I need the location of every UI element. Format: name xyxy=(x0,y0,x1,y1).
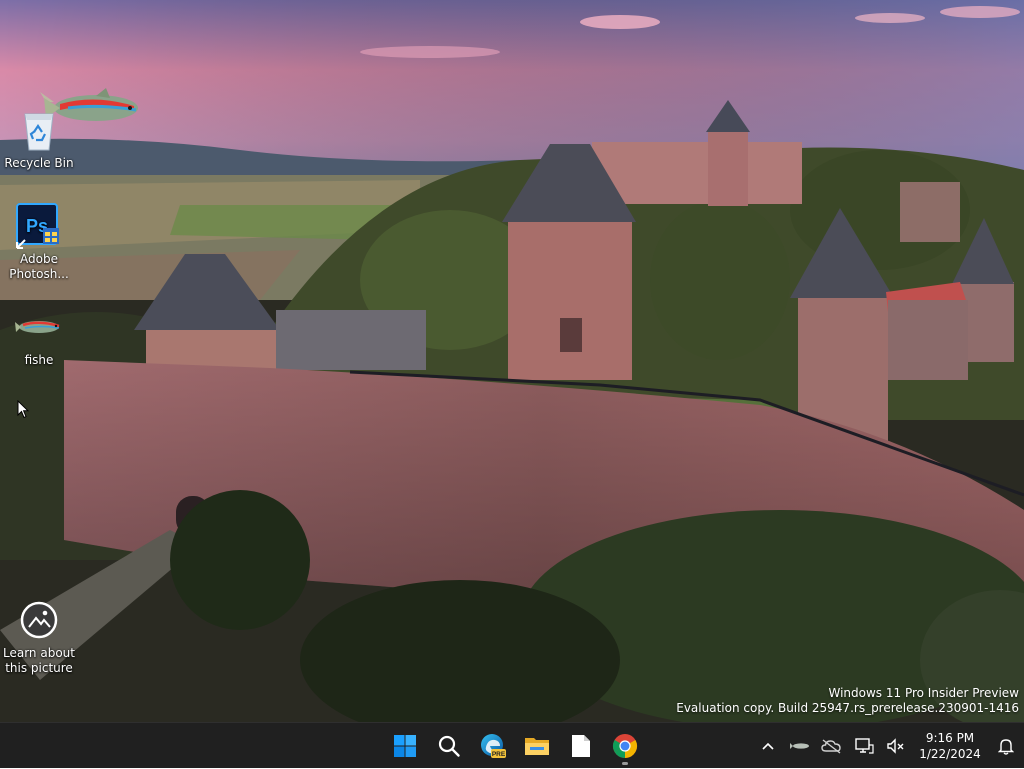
start-button[interactable] xyxy=(383,726,427,766)
fish-icon xyxy=(15,303,63,351)
file-explorer-icon xyxy=(525,738,549,755)
desktop-icon-fishe[interactable]: fishe xyxy=(1,303,77,368)
onedrive-icon xyxy=(821,739,841,754)
svg-text:PRE: PRE xyxy=(492,751,506,758)
photoshop-icon: Ps xyxy=(15,202,63,250)
wallpaper xyxy=(0,0,1024,722)
notepad-icon xyxy=(572,735,590,757)
chrome-button[interactable] xyxy=(603,726,647,766)
system-tray: 9:16 PM 1/22/2024 xyxy=(752,723,1024,769)
chrome-icon xyxy=(612,734,638,758)
clock-button[interactable]: 9:16 PM 1/22/2024 xyxy=(912,730,988,762)
network-button[interactable] xyxy=(848,726,880,766)
onedrive-button[interactable] xyxy=(816,726,848,766)
taskbar: PRE 9:16 PM 1/22/2024 xyxy=(0,722,1024,768)
file-explorer-button[interactable] xyxy=(515,726,559,766)
running-indicator xyxy=(622,762,628,765)
network-icon xyxy=(855,738,874,754)
notification-bell-icon xyxy=(998,739,1014,755)
volume-mute-icon xyxy=(887,738,904,754)
search-button[interactable] xyxy=(427,726,471,766)
notifications-button[interactable] xyxy=(988,726,1024,766)
desktop-icon-recycle-bin[interactable]: Recycle Bin xyxy=(1,106,77,171)
taskbar-apps: PRE xyxy=(383,723,647,769)
watermark-build: Evaluation copy. Build 25947.rs_prerelea… xyxy=(676,701,1019,715)
chevron-up-icon xyxy=(762,742,774,750)
evaluation-watermark: Windows 11 Pro Insider Preview Evaluatio… xyxy=(676,686,1019,716)
recycle-bin-icon xyxy=(15,106,63,154)
desktop-icon-adobe-photoshop[interactable]: Ps Adobe Photosh... xyxy=(1,202,77,282)
watermark-edition: Windows 11 Pro Insider Preview xyxy=(828,686,1019,700)
search-icon xyxy=(438,735,460,757)
clock-date: 1/22/2024 xyxy=(919,747,981,761)
desktop-icon-learn-about-picture[interactable]: Learn about this picture xyxy=(1,596,77,676)
desktop-icon-label: Recycle Bin xyxy=(4,156,74,170)
desktop-icon-label: Adobe Photosh... xyxy=(9,252,69,281)
desktop[interactable]: Recycle Bin Ps Adobe Photosh... fishe Le… xyxy=(0,0,1024,722)
notepad-button[interactable] xyxy=(559,726,603,766)
fish-tray-button[interactable] xyxy=(784,726,816,766)
mouse-cursor-icon xyxy=(17,400,29,419)
learn-about-picture-icon xyxy=(15,596,63,644)
start-icon xyxy=(394,735,416,757)
volume-button[interactable] xyxy=(880,726,912,766)
desktop-icon-label: fishe xyxy=(24,353,54,367)
edge-beta-button[interactable]: PRE xyxy=(471,726,515,766)
clock-time: 9:16 PM xyxy=(925,731,975,745)
fish-tray-icon xyxy=(790,743,809,749)
show-hidden-icons-button[interactable] xyxy=(752,726,784,766)
desktop-icon-label: Learn about this picture xyxy=(3,646,75,675)
edge-beta-icon: PRE xyxy=(481,734,506,758)
